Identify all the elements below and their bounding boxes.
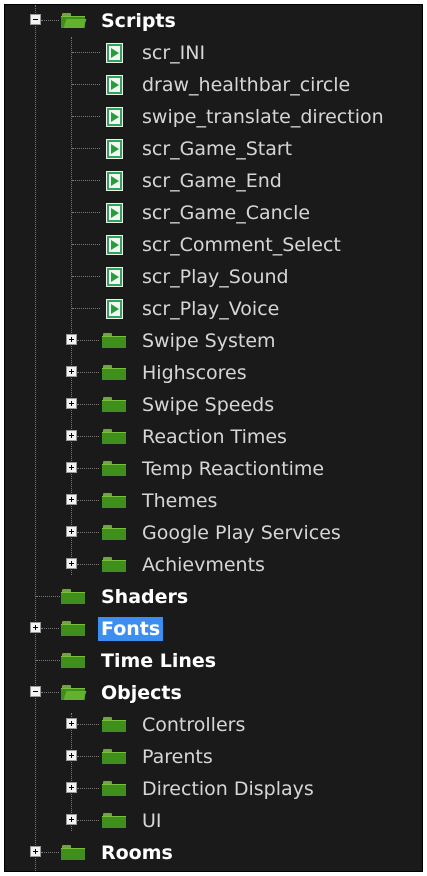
tree-node-script-file[interactable]: draw_healthbar_circle [5, 69, 422, 101]
subfolder-label: Themes [142, 490, 218, 512]
expand-toggle-icon[interactable] [66, 526, 77, 537]
tree-node-shaders[interactable]: Shaders [5, 581, 422, 613]
folder-icon [102, 429, 126, 444]
tree-node-script-file[interactable]: scr_Game_Start [5, 133, 422, 165]
script-file-icon [106, 235, 123, 255]
tree-node-script-file[interactable]: scr_INI [5, 37, 422, 69]
subfolder-label: Swipe System [142, 330, 276, 352]
resource-tree-panel: Scripts scr_INI draw_healthbar_circle sw… [4, 4, 423, 872]
tree-node-subfolder[interactable]: Direction Displays [5, 773, 422, 805]
expand-toggle-icon[interactable] [66, 782, 77, 793]
tree-node-script-file[interactable]: scr_Game_End [5, 165, 422, 197]
expand-toggle-icon[interactable] [66, 558, 77, 569]
script-file-icon [106, 43, 123, 63]
script-file-label: scr_Game_Cancle [142, 202, 311, 224]
script-file-label: scr_Comment_Select [142, 234, 341, 256]
tree-node-timelines[interactable]: Time Lines [5, 645, 422, 677]
folder-icon [102, 813, 126, 828]
folder-label: Rooms [101, 842, 173, 864]
tree-node-script-file[interactable]: swipe_translate_direction [5, 101, 422, 133]
expand-toggle-icon[interactable] [66, 334, 77, 345]
tree-node-subfolder[interactable]: Google Play Services [5, 517, 422, 549]
tree-node-subfolder[interactable]: Swipe Speeds [5, 389, 422, 421]
folder-icon [61, 589, 85, 604]
collapse-toggle-icon[interactable] [30, 14, 41, 25]
tree-node-subfolder[interactable]: Achievments [5, 549, 422, 581]
folder-icon [102, 717, 126, 732]
script-file-label: scr_Game_Start [142, 138, 293, 160]
folder-icon [61, 653, 85, 668]
tree-node-script-file[interactable]: scr_Play_Sound [5, 261, 422, 293]
tree-node-scripts[interactable]: Scripts [5, 5, 422, 37]
tree-node-subfolder[interactable]: Parents [5, 741, 422, 773]
tree-node-script-file[interactable]: scr_Comment_Select [5, 229, 422, 261]
subfolder-label: UI [142, 810, 162, 832]
script-file-icon [106, 267, 123, 287]
folder-icon [61, 621, 85, 636]
script-file-label: scr_Play_Voice [142, 298, 280, 320]
script-file-label: scr_Game_End [142, 170, 282, 192]
folder-label: Scripts [101, 10, 176, 32]
folder-icon [102, 333, 126, 348]
script-file-label: swipe_translate_direction [142, 106, 384, 128]
expand-toggle-icon[interactable] [66, 462, 77, 473]
expand-toggle-icon[interactable] [66, 718, 77, 729]
expand-toggle-icon[interactable] [30, 622, 41, 633]
tree-node-fonts[interactable]: Fonts [5, 613, 422, 645]
tree-node-subfolder[interactable]: Reaction Times [5, 421, 422, 453]
folder-icon [102, 525, 126, 540]
script-file-label: scr_INI [142, 42, 206, 64]
expand-toggle-icon[interactable] [66, 398, 77, 409]
script-file-icon [106, 203, 123, 223]
subfolder-label: Swipe Speeds [142, 394, 275, 416]
tree-node-subfolder[interactable]: Temp Reactiontime [5, 453, 422, 485]
script-file-icon [106, 171, 123, 191]
folder-label: Time Lines [101, 650, 217, 672]
script-file-label: draw_healthbar_circle [142, 74, 351, 96]
tree-node-objects[interactable]: Objects [5, 677, 422, 709]
expand-toggle-icon[interactable] [30, 846, 41, 857]
folder-icon [102, 781, 126, 796]
expand-toggle-icon[interactable] [66, 814, 77, 825]
tree-node-subfolder[interactable]: Highscores [5, 357, 422, 389]
folder-icon [102, 557, 126, 572]
folder-icon [61, 845, 85, 860]
tree-node-subfolder[interactable]: Themes [5, 485, 422, 517]
expand-toggle-icon[interactable] [66, 750, 77, 761]
folder-icon [102, 749, 126, 764]
folder-icon [102, 461, 126, 476]
resource-tree: Scripts scr_INI draw_healthbar_circle sw… [5, 5, 422, 871]
script-file-icon [106, 107, 123, 127]
subfolder-label: Reaction Times [142, 426, 287, 448]
subfolder-label: Google Play Services [142, 522, 341, 544]
tree-node-rooms[interactable]: Rooms [5, 837, 422, 869]
expand-toggle-icon[interactable] [66, 494, 77, 505]
folder-icon [102, 493, 126, 508]
tree-node-subfolder[interactable]: Swipe System [5, 325, 422, 357]
tree-node-script-file[interactable]: scr_Play_Voice [5, 293, 422, 325]
subfolder-label: Achievments [142, 554, 265, 576]
script-file-icon [106, 139, 123, 159]
tree-node-subfolder[interactable]: Controllers [5, 709, 422, 741]
subfolder-label: Highscores [142, 362, 247, 384]
open-folder-icon [61, 685, 87, 700]
script-file-label: scr_Play_Sound [142, 266, 289, 288]
open-folder-icon [61, 13, 87, 28]
subfolder-label: Direction Displays [142, 778, 314, 800]
folder-icon [102, 365, 126, 380]
script-file-icon [106, 75, 123, 95]
collapse-toggle-icon[interactable] [30, 686, 41, 697]
folder-label: Shaders [101, 586, 189, 608]
tree-node-script-file[interactable]: scr_Game_Cancle [5, 197, 422, 229]
folder-icon [102, 397, 126, 412]
subfolder-label: Controllers [142, 714, 246, 736]
folder-label: Objects [101, 682, 182, 704]
expand-toggle-icon[interactable] [66, 366, 77, 377]
expand-toggle-icon[interactable] [66, 430, 77, 441]
script-file-icon [106, 299, 123, 319]
folder-label-selected: Fonts [98, 617, 164, 641]
tree-node-subfolder[interactable]: UI [5, 805, 422, 837]
subfolder-label: Parents [142, 746, 213, 768]
subfolder-label: Temp Reactiontime [142, 458, 325, 480]
